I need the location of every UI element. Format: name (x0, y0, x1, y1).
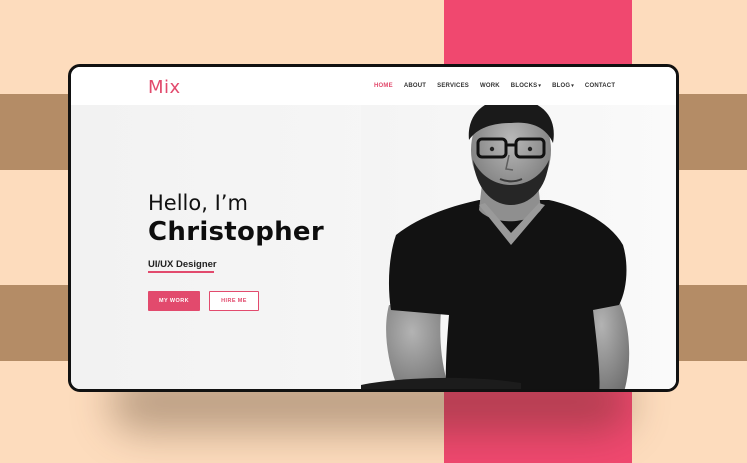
nav-item-services[interactable]: SERVICES (437, 83, 469, 89)
hire-me-button[interactable]: HIRE ME (209, 291, 259, 311)
site-logo[interactable]: Mix (148, 77, 181, 98)
my-work-button[interactable]: MY WORK (148, 291, 200, 311)
hero-role: UI/UX Designer (148, 259, 217, 270)
hero-name: Christopher (148, 217, 324, 247)
nav-item-contact[interactable]: CONTACT (585, 83, 615, 89)
chevron-down-icon: ▾ (538, 83, 542, 89)
chevron-down-icon: ▾ (571, 83, 574, 89)
nav-item-about[interactable]: ABOUT (404, 83, 426, 89)
hero-greeting: Hello, I’m (148, 191, 248, 215)
role-underline (148, 271, 214, 273)
nav-item-blog[interactable]: BLOG▾ (552, 83, 574, 89)
nav-item-work[interactable]: WORK (480, 83, 500, 89)
nav-item-blog-label: BLOG (552, 83, 571, 89)
portrait-photo (361, 105, 676, 389)
navbar: Mix HOME ABOUT SERVICES WORK BLOCKS▾ BLO… (71, 67, 676, 105)
hero-section: Hello, I’m Christopher UI/UX Designer MY… (71, 105, 676, 389)
nav-item-blocks-label: BLOCKS (510, 83, 538, 89)
nav-item-blocks[interactable]: BLOCKS▾ (511, 83, 541, 89)
nav-item-home[interactable]: HOME (374, 83, 393, 89)
nav-menu: HOME ABOUT SERVICES WORK BLOCKS▾ BLOG▾ C… (374, 83, 615, 89)
browser-window: Mix HOME ABOUT SERVICES WORK BLOCKS▾ BLO… (68, 64, 679, 392)
